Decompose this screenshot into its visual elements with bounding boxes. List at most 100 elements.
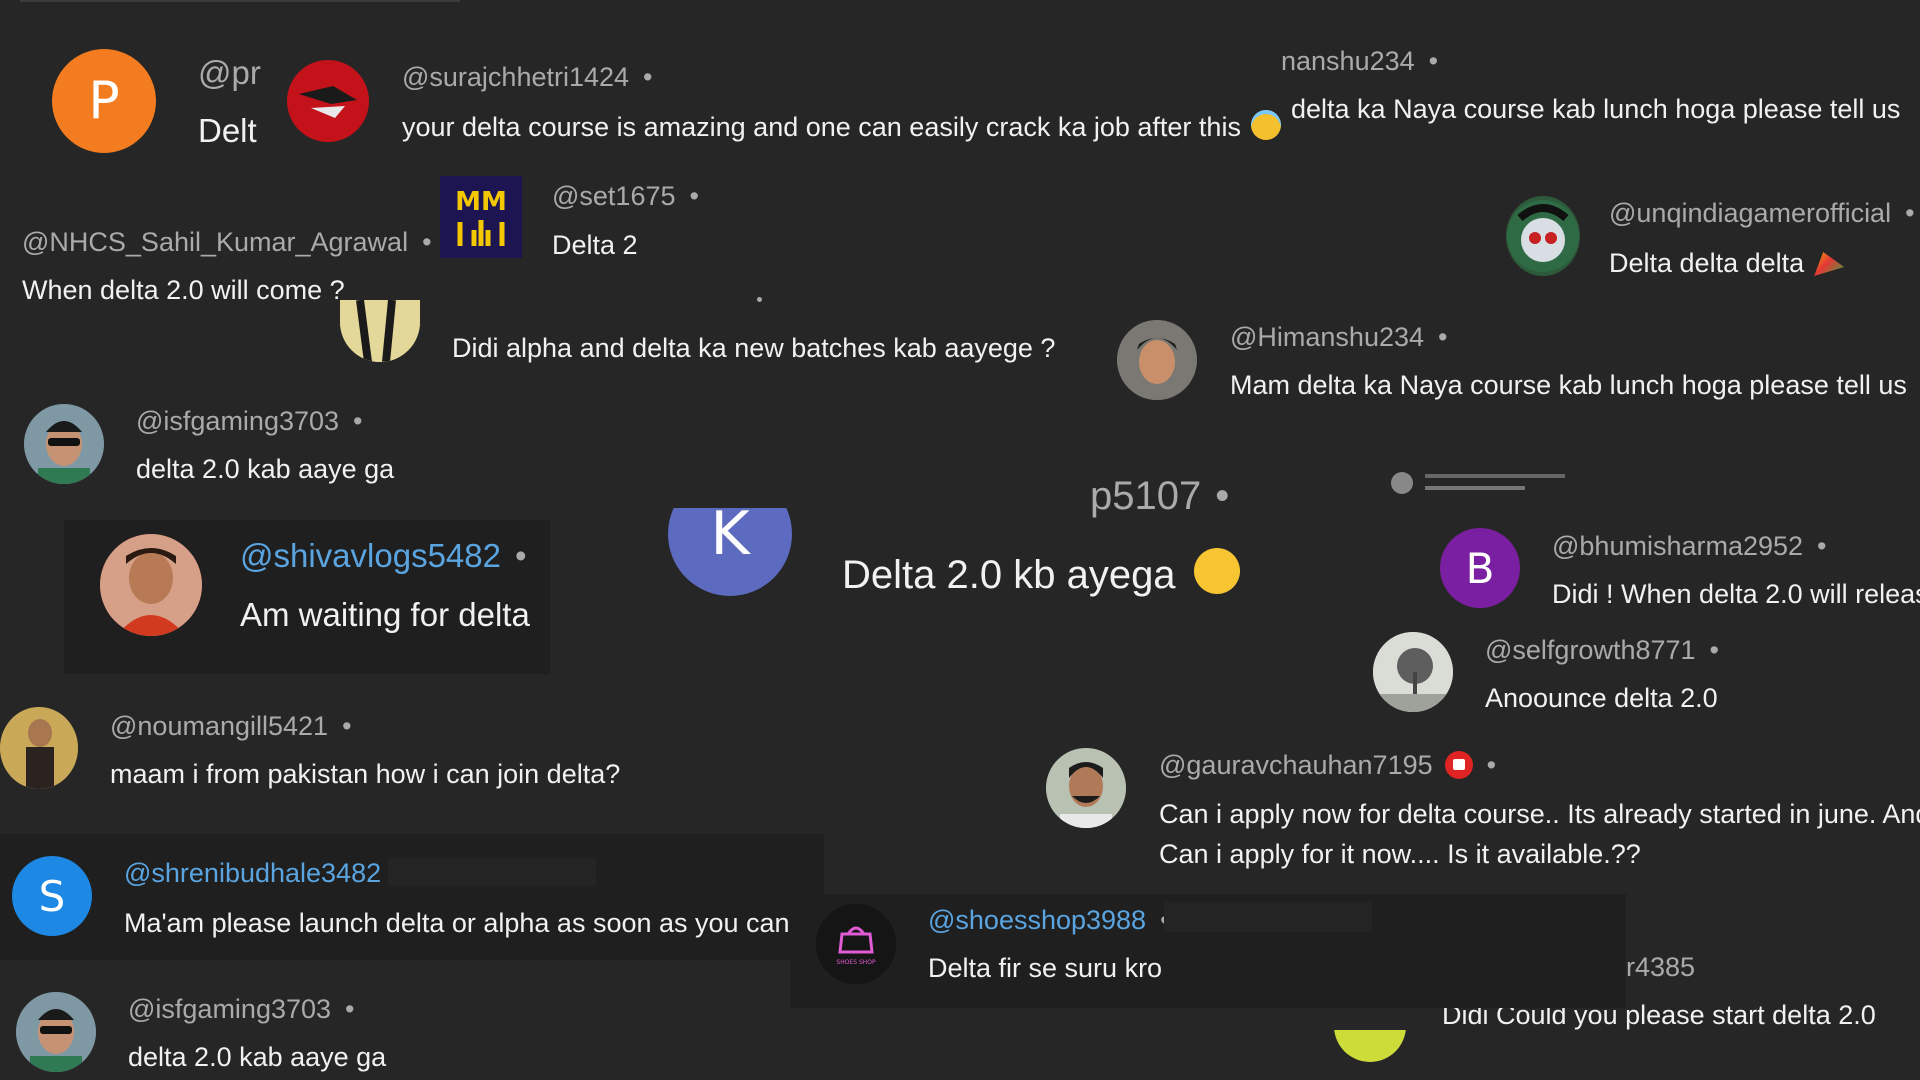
avatar-s[interactable]: S bbox=[12, 856, 92, 936]
comment-handle[interactable]: @selfgrowth8771 • bbox=[1485, 635, 1719, 666]
handle-text: nanshu234 bbox=[1281, 46, 1415, 76]
gamer-face-icon bbox=[1507, 200, 1579, 272]
comment-text: Didi ! When delta 2.0 will release bbox=[1552, 579, 1920, 609]
avatar[interactable] bbox=[1117, 320, 1197, 400]
comment-body: Ma'am please launch delta or alpha as so… bbox=[124, 908, 790, 938]
comment-handle[interactable]: @gauravchauhan7195 • bbox=[1159, 750, 1496, 781]
comment-text: Delta delta delta bbox=[1609, 246, 1845, 279]
person-photo-icon bbox=[1046, 748, 1126, 828]
stray-dot bbox=[757, 297, 762, 302]
separator-dot: • bbox=[1709, 635, 1719, 665]
comment-handle[interactable]: @pr bbox=[198, 54, 261, 92]
comment-handle[interactable]: @shoesshop3988• bbox=[928, 905, 1170, 936]
comment-handle[interactable]: @isfgaming3703 • bbox=[128, 994, 354, 1025]
comment-handle[interactable]: @isfgaming3703 • bbox=[136, 406, 362, 437]
comment-handle[interactable]: @surajchhetri1424 • bbox=[402, 62, 653, 93]
creator-badge-icon bbox=[1444, 751, 1473, 779]
smiling-face-icon bbox=[1193, 548, 1240, 594]
handle-text: @bhumisharma2952 bbox=[1552, 531, 1804, 561]
handle-text: @isfgaming3703 bbox=[136, 406, 340, 436]
separator-dot: • bbox=[515, 537, 527, 574]
comment-text: Delta 2 bbox=[552, 230, 638, 260]
eagle-logo-icon bbox=[287, 60, 369, 142]
person-photo-icon bbox=[24, 404, 104, 484]
timestamp-placeholder bbox=[388, 858, 596, 886]
avatar[interactable]: MM bbox=[440, 176, 522, 258]
handle-text: p5107 bbox=[1090, 474, 1202, 518]
avatar[interactable] bbox=[0, 707, 78, 789]
avatar[interactable]: SHOES SHOP bbox=[816, 904, 896, 984]
separator-dot: • bbox=[1817, 531, 1827, 561]
preview-line bbox=[1425, 474, 1565, 478]
avatar-p[interactable]: P bbox=[52, 49, 156, 153]
comment-handle[interactable]: r4385 bbox=[1626, 952, 1695, 983]
comment-preview-thumbnail bbox=[1391, 470, 1567, 496]
comment-text: When delta 2.0 will come ? bbox=[22, 275, 345, 305]
separator-dot: • bbox=[643, 62, 653, 92]
person-photo-icon bbox=[100, 534, 202, 636]
separator-dot: • bbox=[1428, 46, 1439, 76]
comment-handle[interactable]: @Himanshu234 • bbox=[1230, 322, 1447, 353]
comment-text: Anoounce delta 2.0 bbox=[1485, 683, 1718, 713]
avatar[interactable] bbox=[340, 300, 420, 362]
avatar-k[interactable]: K bbox=[668, 508, 792, 596]
avatar-image-icon bbox=[340, 300, 420, 362]
separator-dot: • bbox=[1905, 198, 1915, 228]
comment-text: Mam delta ka Naya course kab lunch hoga … bbox=[1230, 370, 1907, 400]
avatar[interactable] bbox=[1046, 748, 1126, 828]
comment-handle[interactable]: @set1675 • bbox=[552, 181, 699, 212]
comment-handle[interactable]: @shivavlogs5482 • bbox=[240, 537, 527, 575]
comment-text: delta 2.0 kab aaye ga bbox=[136, 454, 395, 484]
avatar-letter: P bbox=[88, 71, 120, 131]
avatar[interactable] bbox=[16, 992, 96, 1072]
timestamp-placeholder bbox=[1164, 902, 1372, 932]
separator-dot: • bbox=[1438, 322, 1448, 352]
separator-dot: • bbox=[1215, 474, 1230, 518]
person-photo-icon bbox=[0, 707, 78, 789]
handle-text: @noumangill5421 bbox=[110, 711, 329, 741]
comment-handle[interactable]: p5107 • bbox=[1090, 474, 1229, 519]
handle-text: @surajchhetri1424 bbox=[402, 62, 630, 92]
separator-dot: • bbox=[353, 406, 363, 436]
comment-handle[interactable]: @shrenibudhale3482• bbox=[124, 858, 405, 889]
comment-body: Delta delta delta bbox=[1609, 248, 1805, 278]
comment-text: Am waiting for delta bbox=[240, 596, 530, 633]
comment-text: delta 2.0 kab aaye ga bbox=[128, 1042, 387, 1072]
handle-text: @gauravchauhan7195 bbox=[1159, 750, 1433, 780]
handle-text: @NHCS_Sahil_Kumar_Agrawal bbox=[22, 227, 409, 257]
handle-text: @shoesshop3988 bbox=[928, 905, 1147, 935]
person-photo-icon bbox=[16, 992, 96, 1072]
separator-dot: • bbox=[1486, 750, 1497, 780]
mm-logo-icon: MM bbox=[440, 176, 522, 258]
avatar[interactable] bbox=[24, 404, 104, 484]
avatar[interactable] bbox=[1506, 196, 1580, 276]
handle-text: @shivavlogs5482 bbox=[240, 537, 501, 574]
comment-handle[interactable]: @bhumisharma2952 • bbox=[1552, 531, 1827, 562]
separator-dot: • bbox=[422, 227, 432, 257]
comment-text: Delt bbox=[198, 112, 257, 149]
avatar[interactable] bbox=[1373, 632, 1453, 712]
svg-text:MM: MM bbox=[455, 187, 507, 217]
smiling-face-with-halo-icon bbox=[1250, 110, 1281, 140]
avatar[interactable] bbox=[287, 60, 369, 142]
comment-handle[interactable]: @NHCS_Sahil_Kumar_Agrawal • bbox=[22, 227, 432, 258]
avatar[interactable] bbox=[100, 534, 202, 636]
avatar-b[interactable]: B bbox=[1440, 528, 1520, 608]
comment-text: Didi alpha and delta ka new batches kab … bbox=[452, 333, 1056, 363]
handle-text: @set1675 bbox=[552, 181, 676, 211]
comment-handle[interactable]: @unqindiagamerofficial • bbox=[1609, 198, 1915, 229]
person-photo-icon bbox=[1117, 320, 1197, 400]
avatar-letter: B bbox=[1465, 543, 1495, 593]
handle-text: @isfgaming3703 bbox=[128, 994, 332, 1024]
comment-text: Can i apply now for delta course.. Its a… bbox=[1159, 799, 1920, 829]
comment-handle[interactable]: @noumangill5421 • bbox=[110, 711, 352, 742]
comment-text: Ma'am please launch delta or alpha as so… bbox=[124, 906, 826, 939]
avatar bbox=[1391, 472, 1413, 494]
comment-handle[interactable]: nanshu234 • bbox=[1281, 46, 1438, 77]
avatar-label: SHOES SHOP bbox=[836, 959, 876, 966]
comment-text: Delta fir se suru kro bbox=[928, 953, 1163, 983]
comment-text: Can i apply for it now.... Is it availab… bbox=[1159, 839, 1641, 869]
comment-body: Delta 2.0 kb ayega bbox=[842, 553, 1176, 597]
separator-dot: • bbox=[689, 181, 699, 211]
avatar-letter: S bbox=[38, 871, 66, 921]
